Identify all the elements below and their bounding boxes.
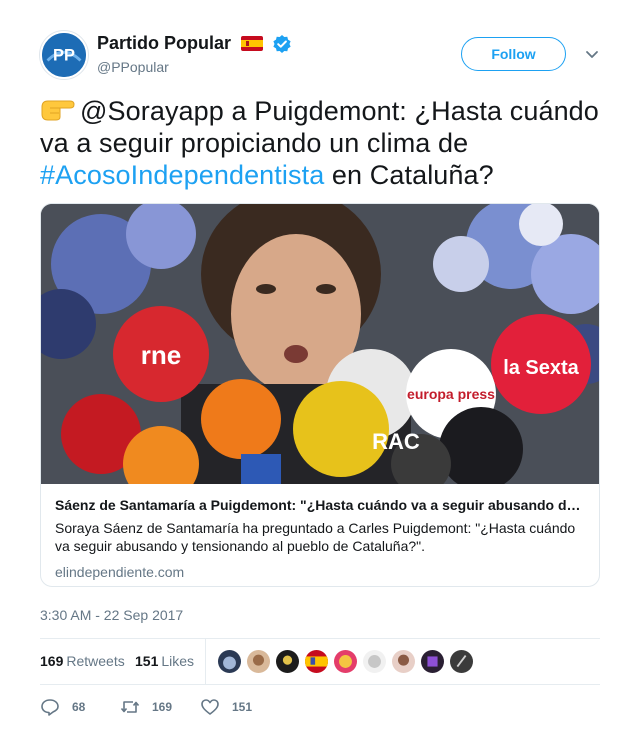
liker-avatar[interactable] [275,649,300,674]
liker-avatar[interactable] [391,649,416,674]
tweet-header: PP Partido Popular @PPopular Follow [40,31,600,79]
retweets-stat[interactable]: 169 Retweets [40,653,125,669]
tweet-timestamp[interactable]: 3:30 AM - 22 Sep 2017 [40,607,183,623]
card-title[interactable]: Sáenz de Santamaría a Puigdemont: "¿Hast… [55,496,585,514]
liker-avatar[interactable] [333,649,358,674]
liker-avatar[interactable] [362,649,387,674]
verified-badge-icon [272,34,292,54]
reply-count: 68 [72,700,86,714]
user-name-block[interactable]: Partido Popular @PPopular [97,33,292,75]
tweet-text: @Sorayapp a Puigdemont: ¿Hasta cuándo va… [40,95,600,191]
mic-label-rne: rne [141,340,181,370]
mic-label-rac: RAC [372,429,420,454]
hashtag-link[interactable]: #AcosoIndependentista [40,160,324,190]
retweets-label: Retweets [66,653,125,669]
backhand-index-pointing-right-icon [40,95,76,123]
mic-label-lasexta: la Sexta [503,357,579,379]
liker-avatar[interactable] [246,649,271,674]
liker-avatar[interactable] [420,649,445,674]
liker-avatar[interactable] [304,649,329,674]
svg-text:PP: PP [53,47,75,65]
card-body[interactable]: Sáenz de Santamaría a Puigdemont: "¿Hast… [41,484,599,581]
tweet-text-part: en Cataluña? [324,160,494,190]
link-card[interactable]: rne europa press RAC la Sexta Sáenz de S… [40,203,600,587]
tweet-stats: 169 Retweets 151 Likes [40,639,600,684]
card-description: Soraya Sáenz de Santamaría ha preguntado… [55,520,576,554]
reply-button[interactable]: 68 [40,696,85,718]
chevron-down-icon[interactable] [583,45,601,63]
tweet-text-part: @Sorayapp a Puigdemont: ¿Hasta cuándo va… [40,96,599,158]
liker-avatar[interactable] [449,649,474,674]
likes-stat[interactable]: 151 Likes [135,653,194,669]
heart-icon [201,699,219,715]
liker-avatar[interactable] [217,649,242,674]
retweets-count: 169 [40,653,64,669]
screen-name[interactable]: @PPopular [97,59,292,75]
like-count: 151 [232,700,253,714]
retweet-icon [120,701,140,713]
card-domain[interactable]: elindependiente.com [55,563,585,581]
mic-label-europa-press: europa press [407,386,495,402]
likes-label: Likes [161,653,195,669]
tweet-actions: 68 169 151 [40,696,600,718]
retweet-count: 169 [152,700,173,714]
pp-logo-icon: PP [42,33,86,77]
spain-flag-icon [241,36,264,51]
avatar[interactable]: PP [40,31,88,79]
follow-button[interactable]: Follow [461,37,566,71]
display-name[interactable]: Partido Popular [97,33,231,54]
retweet-button[interactable]: 169 [120,696,172,718]
divider [40,684,600,685]
like-button[interactable]: 151 [200,696,252,718]
likes-count: 151 [135,653,159,669]
stats-separator [205,639,206,684]
card-image[interactable]: rne europa press RAC la Sexta [41,204,599,484]
reply-icon [41,699,59,716]
